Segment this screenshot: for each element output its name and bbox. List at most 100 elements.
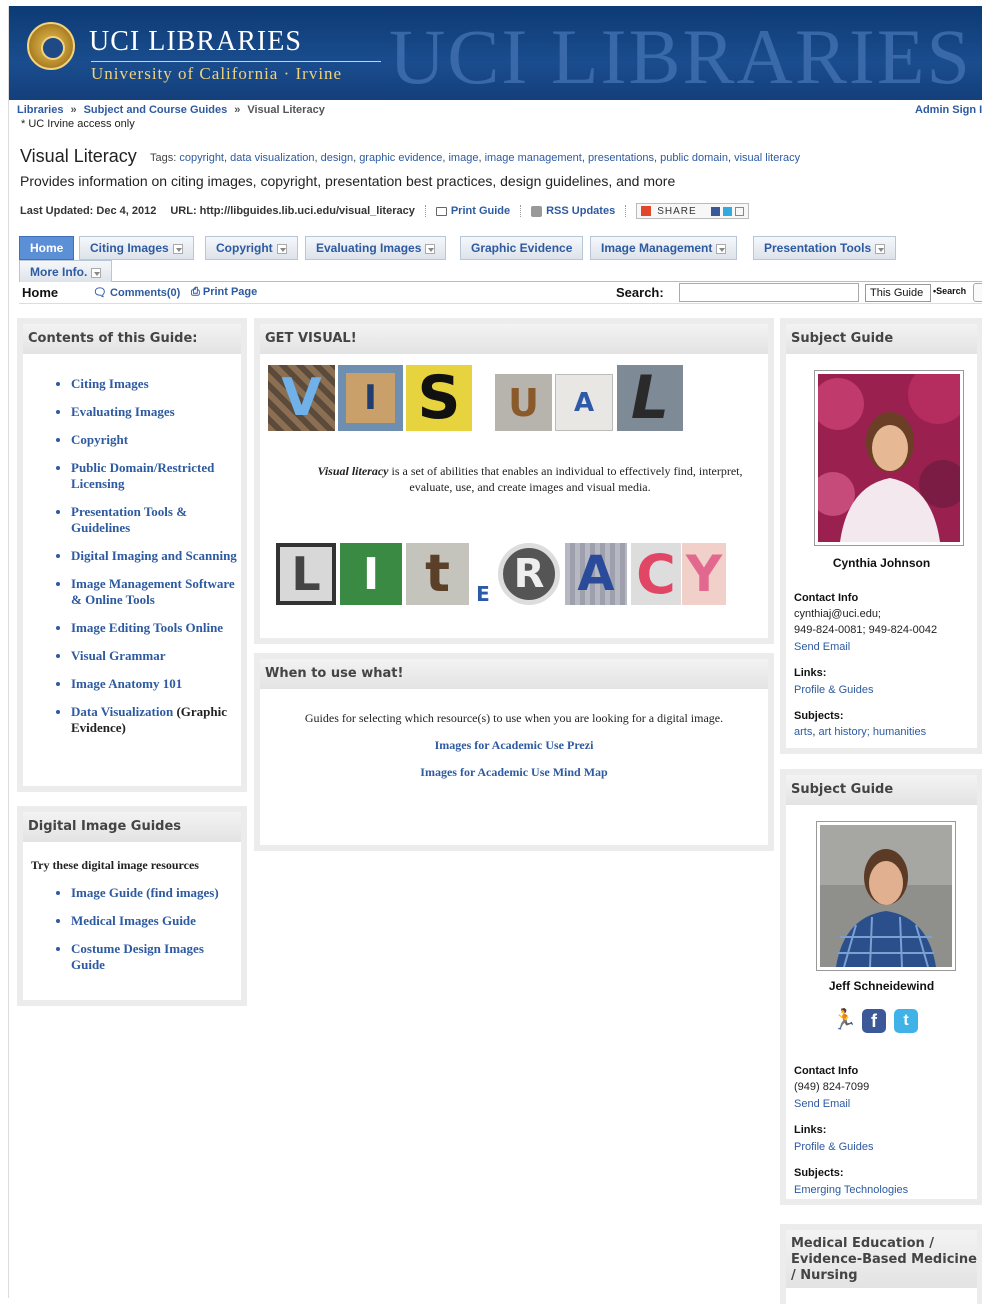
tab-copyright[interactable]: Copyright <box>205 236 298 260</box>
tab-home[interactable]: Home <box>19 236 75 260</box>
subject-guide-title: Subject Guide <box>786 324 977 354</box>
search-extra-button[interactable] <box>973 283 982 302</box>
digital-guide-link[interactable]: Costume Design Images Guide <box>71 941 204 972</box>
subject-link[interactable]: arts <box>794 726 812 738</box>
print-guide-link[interactable]: Print Guide <box>451 205 510 217</box>
subject-guide-title: Medical Education / Evidence-Based Medic… <box>786 1230 977 1288</box>
visual-literacy-definition: Visual literacy is a set of abilities th… <box>317 464 743 494</box>
contact-block: Contact Info (949) 824-7099 Send Email L… <box>794 1063 982 1198</box>
digital-guides-title: Digital Image Guides <box>23 812 241 842</box>
chevron-down-icon <box>91 267 102 278</box>
guide-tabs: Home Citing Images Copyright Evaluating … <box>19 228 982 284</box>
admin-sign-in-link[interactable]: Admin Sign In <box>915 104 982 116</box>
tab-graphic-evidence[interactable]: Graphic Evidence <box>460 236 584 260</box>
tag-link[interactable]: visual literacy <box>734 152 800 164</box>
print-page-link[interactable]: ⎙ Print Page <box>191 286 257 299</box>
letter-tile: A <box>565 543 627 605</box>
list-item: Image Management Software & Online Tools <box>71 576 241 608</box>
contents-link[interactable]: Data Visualization <box>71 704 173 719</box>
contents-link[interactable]: Digital Imaging and Scanning <box>71 548 237 563</box>
list-item: Image Guide (find images) <box>71 885 241 901</box>
tab-presentation-tools[interactable]: Presentation Tools <box>753 236 897 260</box>
list-item: Copyright <box>71 432 241 448</box>
contents-link[interactable]: Visual Grammar <box>71 648 165 663</box>
tag-link[interactable]: presentations <box>588 152 654 164</box>
contents-link[interactable]: Citing Images <box>71 376 149 391</box>
tag-link[interactable]: copyright <box>179 152 224 164</box>
contents-link[interactable]: Image Management Software & Online Tools <box>71 576 235 607</box>
contents-box: Contents of this Guide: Citing Images Ev… <box>17 318 247 792</box>
list-item: Evaluating Images <box>71 404 241 420</box>
tag-link[interactable]: graphic evidence <box>359 152 442 164</box>
when-to-use-box: When to use what! Guides for selecting w… <box>254 653 774 851</box>
send-email-link[interactable]: Send Email <box>794 1098 850 1110</box>
tag-link[interactable]: data visualization <box>230 152 314 164</box>
search-scope-select[interactable]: This Guide <box>865 284 931 302</box>
digital-guides-box: Digital Image Guides Try these digital i… <box>17 806 247 1006</box>
tag-link[interactable]: image management <box>485 152 582 164</box>
chevron-down-icon <box>172 243 183 254</box>
tab-citing-images[interactable]: Citing Images <box>79 236 194 260</box>
mind-map-link[interactable]: Images for Academic Use Mind Map <box>420 765 607 779</box>
contents-link[interactable]: Image Anatomy 101 <box>71 676 182 691</box>
comments-link[interactable]: 🗨 Comments(0) <box>93 286 180 299</box>
get-visual-content: V I S U A L Visual literacy is a set of … <box>260 354 768 642</box>
guide-description: Provides information on citing images, c… <box>20 173 676 189</box>
digital-guide-link[interactable]: Image Guide (find images) <box>71 885 219 900</box>
subject-guide-box-1: Subject Guide Cynthia Johnson Contact In… <box>780 318 982 754</box>
breadcrumb-subject-guides[interactable]: Subject and Course Guides <box>84 104 228 116</box>
search-label: Search: <box>616 285 664 300</box>
guide-tags: Tags: copyright, data visualization, des… <box>150 152 801 164</box>
last-updated: Last Updated: Dec 4, 2012 <box>20 205 157 217</box>
tab-image-management[interactable]: Image Management <box>590 236 738 260</box>
aim-icon[interactable]: 🏃 <box>832 1009 857 1031</box>
prezi-link[interactable]: Images for Academic Use Prezi <box>435 738 594 752</box>
letter-tile: I <box>338 365 403 431</box>
twitter-icon <box>722 206 732 216</box>
banner-subtitle: University of California · Irvine <box>91 61 381 84</box>
tab-more-info[interactable]: More Info. <box>19 260 113 284</box>
breadcrumb-libraries[interactable]: Libraries <box>17 104 63 116</box>
guide-url: URL: http://libguides.lib.uci.edu/visual… <box>170 205 415 217</box>
subject-guide-box-2: Subject Guide Jeff Schneidewind 🏃 f t Co… <box>780 769 982 1205</box>
tag-link[interactable]: public domain <box>660 152 728 164</box>
tag-link[interactable]: image <box>448 152 478 164</box>
search-button[interactable]: •Search <box>933 286 966 296</box>
letter-tile: V <box>268 365 335 431</box>
profile-guides-link[interactable]: Profile & Guides <box>794 1141 873 1153</box>
contents-link[interactable]: Public Domain/Restricted Licensing <box>71 460 214 491</box>
banner-watermark: UCI LIBRARIES <box>389 13 972 100</box>
letter-tile: L <box>276 543 336 605</box>
tag-link[interactable]: design <box>321 152 353 164</box>
share-plus-icon <box>641 206 652 216</box>
access-note: * UC Irvine access only <box>21 118 135 130</box>
facebook-icon[interactable]: f <box>862 1009 886 1033</box>
uc-seal-logo <box>27 22 75 70</box>
letter-tile: A <box>555 374 613 431</box>
contents-link[interactable]: Presentation Tools & Guidelines <box>71 504 187 535</box>
subject-link[interactable]: Emerging Technologies <box>794 1184 908 1196</box>
letter-tile: Y <box>682 543 726 605</box>
chevron-down-icon <box>425 243 436 254</box>
email-icon <box>734 206 744 216</box>
profile-guides-link[interactable]: Profile & Guides <box>794 684 873 696</box>
list-item: Citing Images <box>71 376 241 392</box>
tab-evaluating-images[interactable]: Evaluating Images <box>305 236 447 260</box>
printer-icon: ⎙ <box>191 286 203 298</box>
send-email-link[interactable]: Send Email <box>794 641 850 653</box>
contents-link[interactable]: Copyright <box>71 432 128 447</box>
twitter-icon[interactable]: t <box>894 1009 918 1033</box>
facebook-icon <box>710 206 720 216</box>
subject-link[interactable]: art history; humanities <box>818 726 926 738</box>
rss-updates-link[interactable]: RSS Updates <box>546 205 615 217</box>
when-to-use-title: When to use what! <box>260 659 768 689</box>
contents-link[interactable]: Evaluating Images <box>71 404 175 419</box>
digital-guide-link[interactable]: Medical Images Guide <box>71 913 196 928</box>
get-visual-title: GET VISUAL! <box>260 324 768 354</box>
share-button[interactable]: SHARE <box>636 203 749 219</box>
letter-tile: t <box>406 543 469 605</box>
site-banner[interactable]: UCI LIBRARIES University of California ·… <box>9 6 982 100</box>
letter-tile: L <box>617 363 683 433</box>
contents-link[interactable]: Image Editing Tools Online <box>71 620 223 635</box>
search-input[interactable] <box>679 283 859 302</box>
